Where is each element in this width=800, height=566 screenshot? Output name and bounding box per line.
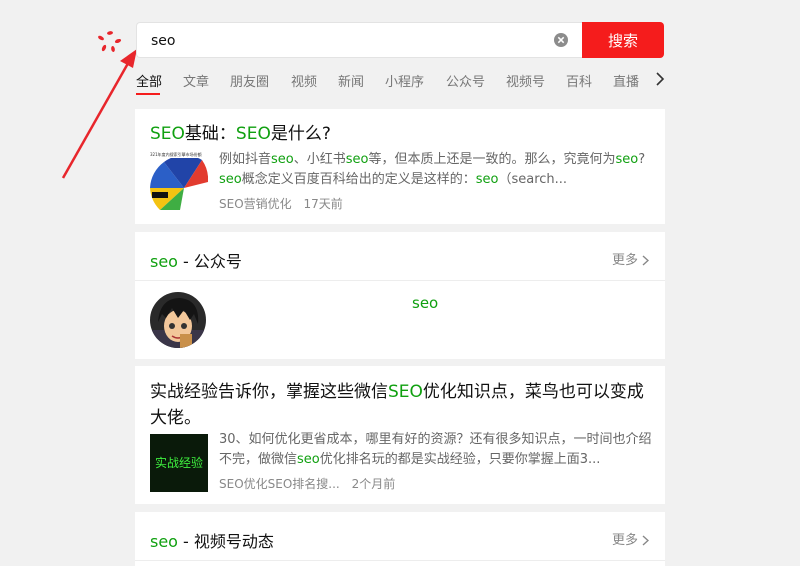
tab-all[interactable]: 全部 bbox=[136, 71, 162, 90]
result-meta: SEO营销优化 17天前 bbox=[219, 195, 343, 212]
logo-icon bbox=[98, 31, 122, 52]
tab-channels[interactable]: 视频号 bbox=[506, 71, 545, 90]
clear-icon[interactable] bbox=[554, 33, 568, 47]
tab-live[interactable]: 直播 bbox=[613, 71, 639, 90]
tab-articles[interactable]: 文章 bbox=[183, 71, 209, 90]
active-tab-indicator bbox=[136, 93, 160, 95]
result-time: 2个月前 bbox=[351, 477, 396, 491]
more-link[interactable]: 更多 bbox=[612, 529, 650, 548]
official-account-section: seo - 公众号 更多 seo bbox=[135, 232, 665, 359]
result-title[interactable]: SEO基础：SEO是什么? bbox=[150, 121, 331, 147]
result-meta: SEO优化SEO排名搜... 2个月前 bbox=[219, 475, 395, 492]
tab-official-accounts[interactable]: 公众号 bbox=[446, 71, 485, 90]
chevron-right-icon bbox=[642, 535, 650, 546]
result-thumbnail: 实战经验 bbox=[150, 434, 208, 492]
result-article-card[interactable]: SEO基础：SEO是什么? 321年度内搜索引擎市场份额 例如抖音seo、小红书… bbox=[135, 109, 665, 224]
chevron-right-icon bbox=[642, 255, 650, 266]
divider bbox=[135, 560, 665, 561]
tab-moments[interactable]: 朋友圈 bbox=[230, 71, 269, 90]
avatar[interactable] bbox=[150, 292, 206, 348]
tab-encyclopedia[interactable]: 百科 bbox=[566, 71, 592, 90]
tab-mini-programs[interactable]: 小程序 bbox=[385, 71, 424, 90]
more-link[interactable]: 更多 bbox=[612, 249, 650, 268]
search-box bbox=[136, 22, 582, 58]
result-snippet: 例如抖音seo、小红书seo等，但本质上还是一致的。那么，究竟何为seo? se… bbox=[219, 152, 646, 187]
tab-bar: 全部 文章 朋友圈 视频 新闻 小程序 公众号 视频号 百科 直播 bbox=[136, 64, 666, 98]
tab-videos[interactable]: 视频 bbox=[291, 71, 317, 90]
channels-feed-section: seo - 视频号动态 更多 bbox=[135, 512, 665, 566]
result-article-card[interactable]: 实战经验告诉你，掌握这些微信SEO优化知识点，菜鸟也可以变成大佬。 实战经验 3… bbox=[135, 366, 665, 504]
section-title: seo - 视频号动态 bbox=[150, 532, 274, 551]
result-time: 17天前 bbox=[303, 197, 343, 211]
pie-chart-image bbox=[150, 155, 208, 210]
thumbnail-text: 实战经验 bbox=[154, 456, 203, 470]
search-button[interactable]: 搜索 bbox=[582, 22, 664, 58]
account-name[interactable]: seo bbox=[412, 294, 438, 312]
section-title: seo - 公众号 bbox=[150, 252, 242, 271]
result-title[interactable]: 实战经验告诉你，掌握这些微信SEO优化知识点，菜鸟也可以变成大佬。 bbox=[150, 379, 655, 431]
search-input[interactable] bbox=[149, 30, 543, 52]
result-source[interactable]: SEO营销优化 bbox=[219, 197, 292, 211]
tab-news[interactable]: 新闻 bbox=[338, 71, 364, 90]
divider bbox=[135, 280, 665, 281]
chevron-right-icon[interactable] bbox=[655, 72, 665, 86]
result-thumbnail: 321年度内搜索引擎市场份额 bbox=[150, 152, 208, 210]
result-snippet: 30、如何优化更省成本，哪里有好的资源？还有很多知识点，一时间也介绍不完，做微信… bbox=[219, 432, 652, 467]
result-source[interactable]: SEO优化SEO排名搜... bbox=[219, 477, 340, 491]
